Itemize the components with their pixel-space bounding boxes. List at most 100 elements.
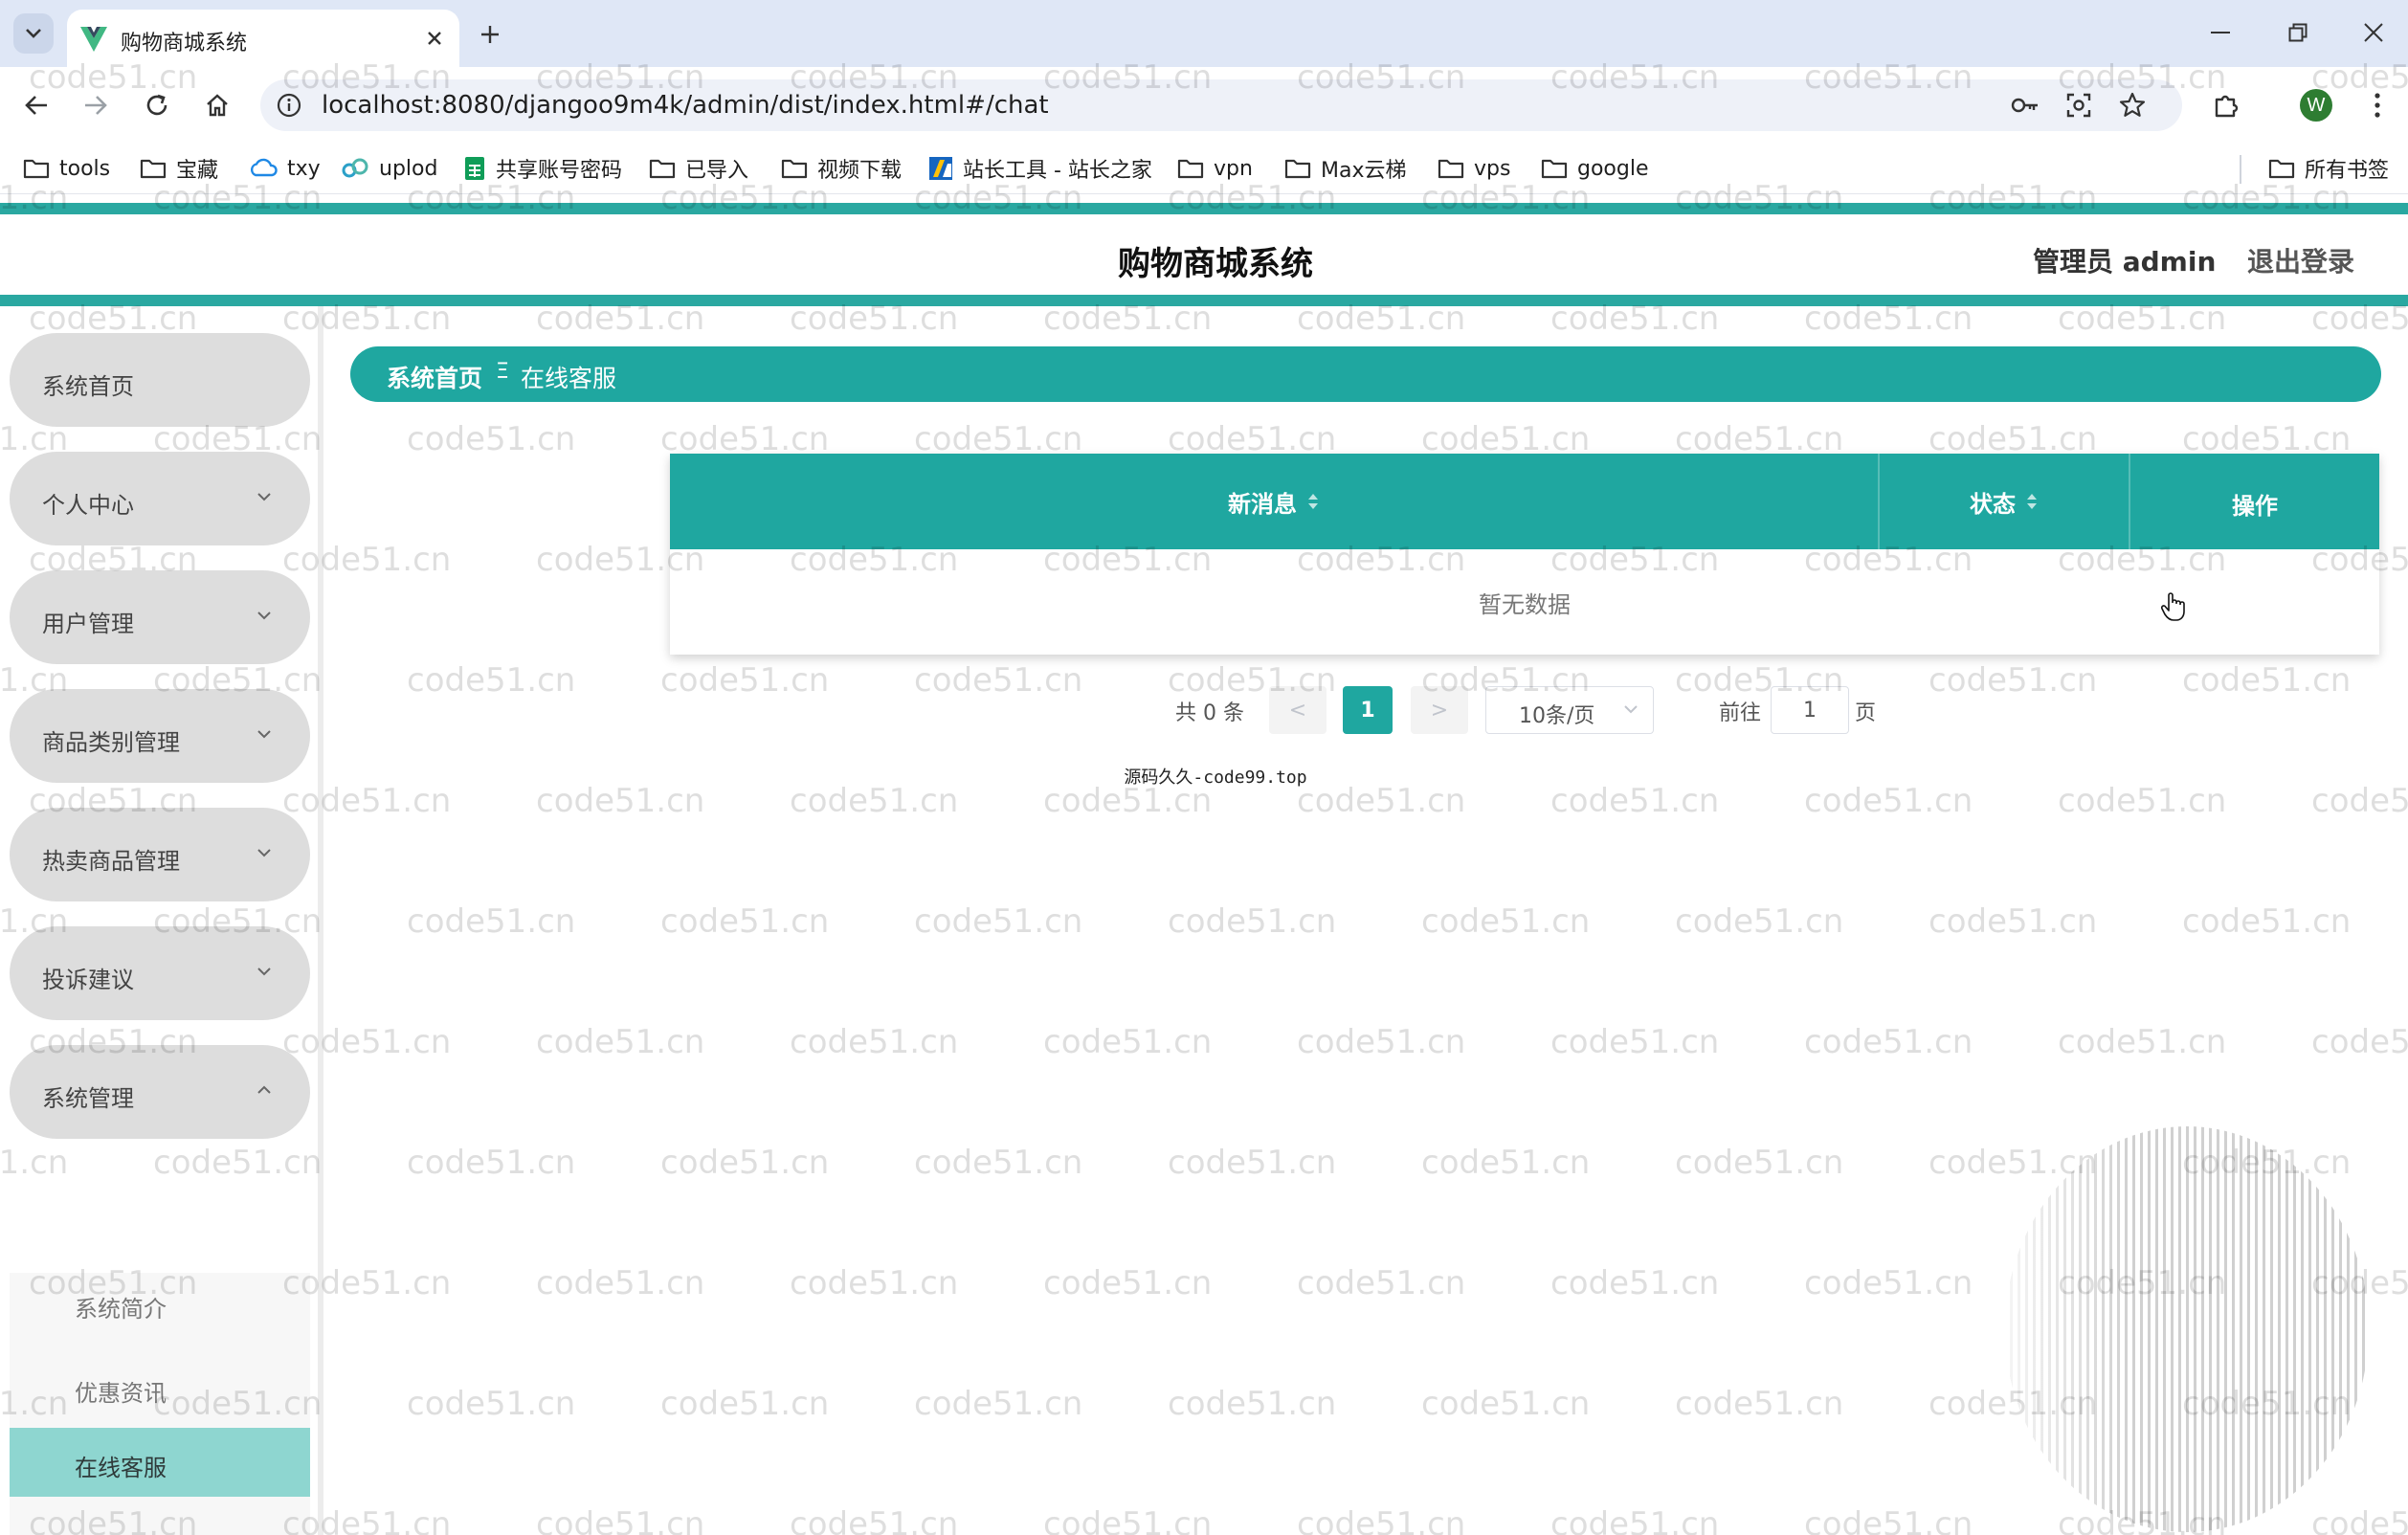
chinaz-logo-icon [929,157,952,180]
pagination-prev-button[interactable]: < [1269,686,1327,734]
bookmark-label: uplod [379,156,438,181]
bookmark-label: 已导入 [685,159,749,183]
address-bar[interactable]: localhost:8080/djangoo9m4k/admin/dist/in… [260,79,2182,131]
folder-icon [2268,159,2295,179]
new-tab-button[interactable] [473,17,507,52]
submenu-item-label: 系统简介 [75,1296,167,1323]
password-key-button[interactable] [2010,90,2040,121]
close-icon [428,32,441,45]
site-info-button[interactable] [274,90,304,121]
all-bookmarks[interactable]: 所有书签 [2268,153,2389,184]
extensions-button[interactable] [2205,84,2247,126]
tab-title: 购物商城系统 [121,32,248,56]
reload-button[interactable] [136,84,178,126]
folder-icon [140,159,167,179]
breadcrumb-home-link[interactable]: 系统首页 [387,360,482,394]
chevron-down-icon [257,968,271,976]
submenu-item-online-service[interactable]: 在线客服 [10,1428,310,1497]
cloud-icon [250,158,278,177]
bookmark-label: tools [59,156,111,181]
bookmark-label: vps [1474,156,1511,181]
close-window-button[interactable] [2347,11,2400,54]
bookmarks-bar: tools 宝藏 txy uplod 共享账号密码 已导入 视频下载 站长工具 … [0,144,2408,194]
sidebar-item-user-management[interactable]: 用户管理 [10,570,310,664]
chevron-down-icon [26,29,41,38]
bookmark-txy[interactable]: txy [249,153,321,184]
star-icon [2119,92,2146,117]
browser-tabstrip: 购物商城系统 [0,0,2408,67]
home-button[interactable] [196,84,238,126]
bookmark-label: 宝藏 [176,159,219,183]
close-icon [2364,23,2383,42]
browser-toolbar: localhost:8080/djangoo9m4k/admin/dist/in… [0,67,2408,144]
browser-menu-button[interactable] [2356,84,2398,126]
hand-cursor-icon [2161,592,2185,621]
logout-button[interactable]: 退出登录 [2247,241,2354,279]
folder-icon [1177,159,1204,179]
bookmark-chinaz[interactable]: 站长工具 - 站长之家 [928,153,1152,184]
restore-button[interactable] [2271,11,2325,54]
app-header: 购物商城系统 管理员 admin 退出登录 [0,214,2408,295]
minimize-icon [2211,32,2230,33]
bookmark-imported[interactable]: 已导入 [649,153,748,184]
sidebar-item-hot-products[interactable]: 热卖商品管理 [10,808,310,901]
submenu-item-promotions[interactable]: 优惠资讯 [10,1353,310,1422]
column-header-label: 新消息 [1228,490,1297,518]
all-bookmarks-label: 所有书签 [2305,159,2390,183]
info-icon [277,93,301,118]
column-header-status[interactable]: 状态 [1880,454,2129,549]
screenshot-lens-button[interactable] [2063,90,2094,121]
bookmark-label: google [1577,156,1649,181]
sidebar-item-label: 系统管理 [42,1085,134,1112]
sidebar-item-home[interactable]: 系统首页 [10,333,310,427]
pagination-page-1[interactable]: 1 [1343,686,1393,734]
sidebar-item-label: 热卖商品管理 [42,848,180,875]
sidebar-item-personal-center[interactable]: 个人中心 [10,452,310,545]
page-size-value: 10条/页 [1519,704,1595,728]
bookmark-vpn[interactable]: vpn [1177,153,1253,184]
profile-button[interactable]: W [2295,84,2337,126]
header-accent-bar [0,295,2408,306]
bookmark-baozang[interactable]: 宝藏 [140,153,218,184]
home-icon [207,94,228,117]
bookmark-uplod[interactable]: uplod [341,153,437,184]
chevron-down-icon [1624,705,1638,714]
tab-close-button[interactable] [421,25,448,52]
forward-button[interactable] [75,84,117,126]
chevron-down-icon [257,612,271,620]
column-header-new-message[interactable]: 新消息 [670,454,1878,549]
admin-user-label: 管理员 admin [2033,246,2217,278]
sidebar-item-complaints[interactable]: 投诉建议 [10,926,310,1020]
bookmark-max-cloud-ladder[interactable]: Max云梯 [1284,153,1406,184]
submenu-item-label: 在线客服 [75,1455,167,1481]
pagination-page-suffix: 页 [1855,701,1877,725]
decorative-striped-circle [2005,1126,2369,1532]
bookmark-star-button[interactable] [2117,90,2148,121]
bookmark-google[interactable]: google [1541,153,1649,184]
submenu-item-system-intro[interactable]: 系统简介 [10,1269,310,1338]
avatar: W [2300,89,2332,122]
url-text[interactable]: localhost:8080/djangoo9m4k/admin/dist/in… [322,91,1049,120]
back-button[interactable] [15,84,57,126]
minimize-button[interactable] [2194,11,2247,54]
pagination-goto-input[interactable]: 1 [1771,686,1849,734]
tab-list-button[interactable] [13,13,54,54]
folder-icon [1284,159,1311,179]
bookmark-video-download[interactable]: 视频下载 [781,153,902,184]
bookmark-tools[interactable]: tools [23,153,110,184]
chevron-up-icon [257,1085,271,1094]
page-size-select[interactable]: 10条/页 [1485,686,1654,734]
breadcrumb-separator: Ξ [496,360,509,384]
reload-icon [146,94,167,116]
browser-tab-active[interactable]: 购物商城系统 [67,10,459,67]
bookmark-label: 共享账号密码 [496,159,623,183]
empty-state-text: 暂无数据 [1479,590,1571,618]
bookmark-vps[interactable]: vps [1438,153,1510,184]
column-header-actions: 操作 [2130,454,2379,549]
sidebar-item-label: 用户管理 [42,611,134,637]
bookmark-shared-accounts[interactable]: 共享账号密码 [463,153,622,184]
sidebar-item-system-management[interactable]: 系统管理 [10,1045,310,1139]
pagination-next-button[interactable]: > [1411,686,1468,734]
sort-icon [1308,494,1318,509]
footer-text: 源码久久-code99.top [1124,768,1307,788]
